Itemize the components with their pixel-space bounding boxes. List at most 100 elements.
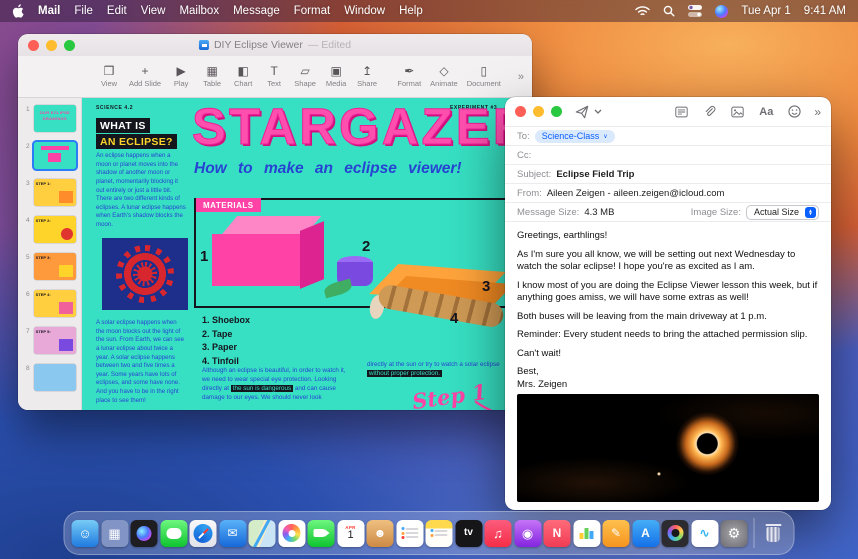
from-field[interactable]: From: Aileen Zeigen - aileen.zeigen@iclo…: [505, 184, 831, 203]
app-store-icon: A: [641, 526, 650, 540]
toolbar-overflow-icon[interactable]: »: [518, 71, 524, 83]
slide-caption-left: Although an eclipse is beautiful, in ord…: [202, 367, 346, 402]
dock-item-mail[interactable]: ✉: [219, 519, 246, 547]
minimize-button[interactable]: [533, 106, 544, 117]
document-button[interactable]: ▯ Document: [467, 65, 501, 89]
play-button[interactable]: ▶ Play: [170, 64, 192, 89]
dock-item-music[interactable]: ♫: [484, 519, 512, 547]
subject-field[interactable]: Subject: Eclipse Field Trip: [505, 165, 831, 184]
send-button[interactable]: [575, 105, 589, 119]
menu-window[interactable]: Window: [344, 5, 385, 17]
menu-edit[interactable]: Edit: [107, 5, 127, 17]
view-button[interactable]: ❒ View: [98, 64, 120, 89]
slide-title-stargazer: STARGAZER: [192, 98, 532, 155]
body-paragraph: Can't wait!: [517, 347, 562, 359]
format-button[interactable]: ✒ Format: [397, 65, 421, 89]
message-body-editor[interactable]: Greetings, earthlings! As I'm sure you a…: [505, 222, 831, 503]
send-options-chevron-icon[interactable]: [594, 109, 602, 114]
slide-thumbnail-5[interactable]: STEP 3:: [33, 253, 76, 280]
toolbar-overflow-icon[interactable]: »: [814, 105, 821, 119]
dock-item-messages[interactable]: [160, 519, 187, 547]
format-button[interactable]: Aa: [759, 106, 773, 118]
animate-button[interactable]: ◇ Animate: [430, 65, 458, 89]
dock-item-podcasts[interactable]: ◉: [514, 519, 541, 547]
menu-view[interactable]: View: [141, 5, 166, 17]
dock-item-numbers[interactable]: [573, 519, 600, 547]
media-icon: ▣: [330, 64, 342, 78]
slide-thumbnail-8[interactable]: [33, 364, 76, 391]
slide-thumbnail-7[interactable]: STEP 5:: [33, 327, 76, 354]
insert-photo-button[interactable]: [731, 106, 744, 118]
dock-item-system-settings[interactable]: ⚙: [720, 519, 748, 547]
dock-item-maps[interactable]: [248, 519, 276, 547]
dock-item-launchpad[interactable]: ▦: [101, 519, 128, 547]
menu-message[interactable]: Message: [233, 5, 280, 17]
image-size-dropdown[interactable]: Actual Size: [745, 204, 819, 220]
attach-button[interactable]: [703, 105, 716, 118]
menu-mailbox[interactable]: Mailbox: [179, 5, 219, 17]
dock-item-facetime[interactable]: [307, 519, 335, 547]
menu-file[interactable]: File: [74, 5, 93, 17]
slide-canvas[interactable]: SCIENCE 4.2 EXPERIMENT #3 WHAT IS AN ECL…: [82, 98, 532, 410]
menu-bar: Mail File Edit View Mailbox Message Form…: [0, 0, 858, 22]
zoom-button[interactable]: [64, 39, 75, 51]
menu-format[interactable]: Format: [294, 5, 330, 17]
safari-compass-icon: [193, 523, 213, 543]
view-icon: ❒: [103, 64, 115, 78]
close-button[interactable]: [28, 39, 39, 51]
shape-button[interactable]: ▱ Shape: [294, 65, 316, 89]
chart-button[interactable]: ◧ Chart: [232, 65, 254, 89]
slide-thumbnail-2-selected[interactable]: [33, 142, 76, 169]
dock-item-app-store[interactable]: A: [632, 519, 659, 547]
text-button[interactable]: T Text: [263, 65, 285, 89]
slide-heading: WHAT IS AN ECLIPSE?: [96, 118, 177, 149]
header-fields-button[interactable]: [675, 106, 688, 118]
dock-item-freeform[interactable]: ∿: [691, 519, 718, 547]
menubar-date[interactable]: Tue Apr 1: [741, 5, 790, 17]
eclipse-photo-attachment[interactable]: [517, 394, 819, 503]
emoji-button[interactable]: [788, 105, 801, 118]
dock-item-photo-booth[interactable]: [661, 519, 689, 547]
dock-item-pages[interactable]: ✎: [602, 519, 630, 547]
dock-item-calendar[interactable]: APR 1: [337, 519, 364, 547]
slide-thumbnail-1[interactable]: OUR ECLIPSE DRAWINGS: [33, 105, 76, 132]
siri-icon[interactable]: [715, 4, 729, 18]
table-button[interactable]: ▦ Table: [201, 65, 223, 89]
dock-item-news[interactable]: N: [543, 519, 571, 547]
dock-item-finder[interactable]: ☺: [71, 519, 99, 547]
dock-item-reminders[interactable]: [396, 519, 423, 547]
dock-item-safari[interactable]: [189, 519, 217, 547]
pages-icon: ✎: [610, 526, 622, 540]
wifi-icon[interactable]: [635, 5, 651, 17]
cc-field[interactable]: Cc:: [505, 146, 831, 165]
media-button[interactable]: ▣ Media: [325, 64, 347, 89]
dock-item-contacts[interactable]: ☻: [366, 519, 394, 547]
to-field[interactable]: To: Science-Class ∨: [505, 127, 831, 146]
slide-thumbnail-4[interactable]: STEP 2:: [33, 216, 76, 243]
share-button[interactable]: ↥ Share: [356, 65, 378, 89]
subject-value: Eclipse Field Trip: [556, 168, 635, 180]
slide-navigator: 1 OUR ECLIPSE DRAWINGS 2 3 STEP 1: 4 STE…: [18, 98, 82, 410]
zoom-button[interactable]: [551, 106, 562, 117]
dock-item-notes[interactable]: [425, 519, 453, 547]
active-app-menu[interactable]: Mail: [38, 5, 60, 17]
menu-help[interactable]: Help: [399, 5, 423, 17]
dock-item-siri[interactable]: [130, 519, 158, 547]
body-paragraph: As I'm sure you all know, we will be set…: [517, 248, 796, 273]
add-slide-button[interactable]: + Add Slide: [129, 65, 161, 89]
control-center-icon[interactable]: [688, 5, 703, 17]
keynote-toolbar: ❒ View + Add Slide ▶ Play ▦ Table ◧ Chart T Te…: [18, 56, 532, 98]
dock-item-tv[interactable]: tv: [455, 519, 482, 547]
recipient-token[interactable]: Science-Class ∨: [534, 129, 615, 143]
from-value: Aileen Zeigen - aileen.zeigen@icloud.com: [546, 187, 725, 199]
apple-menu-icon[interactable]: [12, 4, 24, 18]
dock-item-photos[interactable]: [278, 519, 305, 547]
slide-thumbnail-3[interactable]: STEP 1:: [33, 179, 76, 206]
minimize-button[interactable]: [46, 39, 57, 51]
search-icon[interactable]: [663, 5, 675, 17]
slide-thumbnail-6[interactable]: STEP 4:: [33, 290, 76, 317]
dock-item-trash[interactable]: [760, 520, 787, 547]
close-button[interactable]: [515, 106, 526, 117]
play-icon: ▶: [176, 64, 186, 78]
menubar-clock[interactable]: 9:41 AM: [804, 5, 846, 17]
